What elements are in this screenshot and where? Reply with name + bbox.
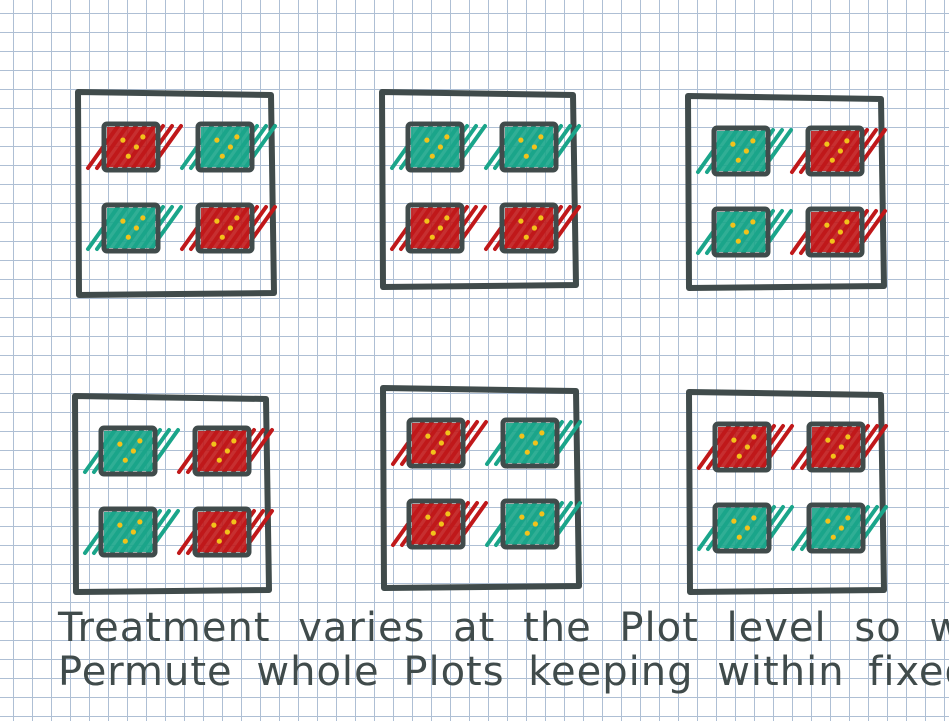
block-3 xyxy=(685,93,887,291)
plot-red-r2c1 xyxy=(391,498,488,550)
grid-paper-canvas: Treatment varies at the Plot level so we… xyxy=(0,0,949,721)
block-6 xyxy=(686,389,888,595)
plot-teal-r1c2 xyxy=(180,121,277,173)
plot-teal-r1c2 xyxy=(484,121,581,173)
plot-teal-r2c1 xyxy=(697,502,794,554)
plot-red-r1c1 xyxy=(391,417,488,469)
block-2 xyxy=(379,89,581,290)
block-outline xyxy=(379,89,579,290)
plot-teal-r2c1 xyxy=(86,202,183,254)
block-5 xyxy=(380,385,582,591)
plot-teal-r2c2 xyxy=(791,502,888,554)
plot-teal-r2c2 xyxy=(485,498,582,550)
plot-teal-r1c1 xyxy=(696,125,793,177)
plot-red-r1c2 xyxy=(791,421,888,473)
plot-red-r2c2 xyxy=(790,206,887,258)
plot-red-r1c1 xyxy=(697,421,794,473)
plot-red-r2c2 xyxy=(177,506,274,558)
plot-teal-r1c1 xyxy=(390,121,487,173)
block-outline xyxy=(685,93,887,291)
plot-teal-r2c1 xyxy=(696,206,793,258)
plot-red-r2c2 xyxy=(484,202,581,254)
plot-teal-r2c1 xyxy=(83,506,180,558)
caption-line-1: Treatment varies at the Plot level so we xyxy=(58,605,949,651)
plot-red-r1c2 xyxy=(790,125,887,177)
plot-teal-r1c2 xyxy=(485,417,582,469)
plot-red-r2c1 xyxy=(390,202,487,254)
plot-red-r1c2 xyxy=(177,425,274,477)
block-outline xyxy=(72,393,272,595)
block-1 xyxy=(75,89,277,298)
block-4 xyxy=(72,393,274,595)
plot-red-r1c1 xyxy=(86,121,183,173)
plot-teal-r1c1 xyxy=(83,425,180,477)
caption-line-2: Permute whole Plots keeping within fixed xyxy=(58,649,949,695)
plot-red-r2c2 xyxy=(180,202,277,254)
